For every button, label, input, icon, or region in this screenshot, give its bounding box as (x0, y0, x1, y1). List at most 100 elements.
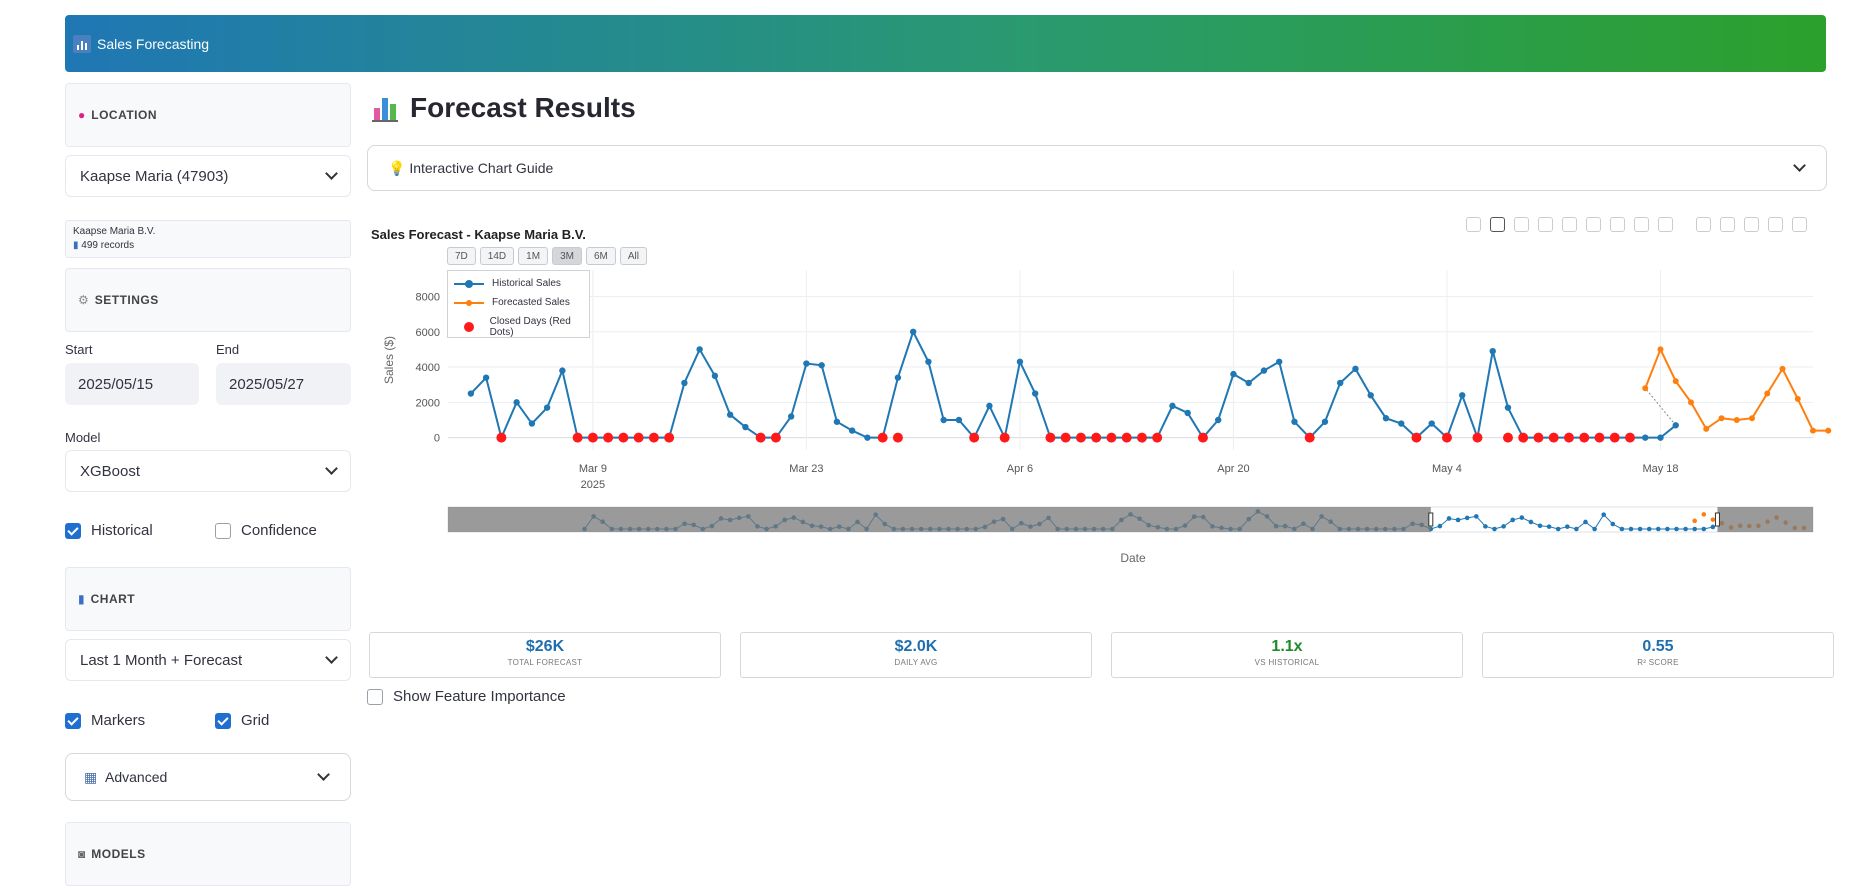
range-slider-historical-point (1419, 522, 1424, 528)
range-button-1m[interactable]: 1M (518, 247, 549, 265)
advanced-expander[interactable]: ▦ Advanced (65, 753, 351, 801)
draw-closed-path-icon[interactable] (1586, 217, 1601, 232)
autoscale-icon[interactable] (1744, 217, 1759, 232)
fullscreen-icon[interactable] (1792, 217, 1807, 232)
range-slider-historical-point (1555, 526, 1561, 532)
historical-sales-line (470, 329, 1677, 442)
historical-sales-point (1459, 392, 1466, 399)
model-select[interactable]: XGBoost (65, 450, 351, 492)
range-button-3m[interactable]: 3M (552, 247, 582, 265)
range-slider-historical-point (1701, 526, 1707, 532)
closed-day-point (587, 432, 598, 443)
chart-range-select-value: Last 1 Month + Forecast (80, 651, 243, 669)
range-slider-historical-point (1646, 526, 1652, 532)
closed-day-point (1548, 432, 1559, 443)
closed-day-point (1075, 432, 1086, 443)
range-button-all[interactable]: All (619, 247, 647, 265)
forecasted-sales-point (1825, 427, 1832, 434)
legend-item-closed[interactable]: Closed Days (Red Dots) (454, 316, 589, 338)
historical-sales-point (955, 416, 963, 424)
range-slider-mask-left (448, 507, 1431, 532)
feature-importance-checkbox[interactable]: Show Feature Importance (367, 688, 566, 705)
app-header: Sales Forecasting (65, 15, 1826, 72)
metric-r2-score: 0.55 R² SCORE (1482, 632, 1834, 678)
historical-sales-point (925, 358, 932, 365)
range-slider-historical-point (682, 521, 687, 527)
reset-axes-icon[interactable] (1768, 217, 1783, 232)
range-slider-historical-point (1656, 526, 1661, 532)
range-slider-historical-point (827, 526, 833, 532)
draw-rect-icon[interactable] (1634, 217, 1649, 232)
metric-label: TOTAL FORECAST (507, 658, 583, 667)
historical-sales-point (1550, 434, 1557, 441)
range-slider-historical-point (1710, 524, 1716, 530)
legend-item-historical[interactable]: Historical Sales (454, 278, 561, 289)
erase-shape-icon[interactable] (1658, 217, 1673, 232)
range-slider-historical-point (746, 514, 751, 519)
historical-sales-point (482, 374, 490, 381)
draw-line-icon[interactable] (1538, 217, 1553, 232)
location-select[interactable]: Kaapse Maria (47903) (65, 155, 351, 197)
app-title: Sales Forecasting (97, 35, 210, 52)
range-slider-historical-point (1528, 519, 1534, 525)
historical-sales-point (818, 362, 825, 369)
historical-sales-point (1016, 358, 1024, 365)
metric-value: 0.55 (1642, 638, 1674, 655)
closed-day-point (1518, 432, 1529, 443)
historical-sales-point (803, 360, 810, 367)
range-slider-historical-point (1501, 524, 1506, 529)
pan-icon[interactable] (1514, 217, 1529, 232)
historical-sales-point (864, 434, 871, 441)
closed-day-point (1152, 432, 1163, 443)
historical-sales-point (1672, 422, 1679, 429)
range-button-6m[interactable]: 6M (585, 247, 616, 265)
legend-item-forecast[interactable]: Forecasted Sales (454, 297, 570, 308)
end-date-input[interactable]: 2025/05/27 (216, 363, 351, 405)
grid-checkbox[interactable]: Grid (215, 712, 269, 729)
forecasted-sales-point (1703, 425, 1710, 432)
range-slider-historical-point (1510, 517, 1515, 523)
end-date-label: End (216, 342, 240, 357)
range-button-14d[interactable]: 14D (479, 247, 515, 265)
range-slider-historical-point (1355, 526, 1361, 532)
chart-guide-label: Interactive Chart Guide (409, 159, 554, 176)
confidence-checkbox[interactable]: Confidence (215, 522, 317, 539)
range-slider-historical-point (1601, 512, 1606, 517)
range-slider-historical-point (1592, 526, 1597, 532)
markers-checkbox[interactable]: Markers (65, 712, 145, 729)
draw-open-path-icon[interactable] (1562, 217, 1577, 232)
historical-sales-point (498, 434, 505, 441)
start-date-input[interactable]: 2025/05/15 (65, 363, 199, 405)
chart-range-select[interactable]: Last 1 Month + Forecast (65, 639, 351, 681)
range-slider-historical-point (1228, 526, 1233, 532)
zoom-out-icon[interactable] (1720, 217, 1735, 232)
closed-day-point (633, 432, 644, 443)
forecast-connector-line (1644, 387, 1677, 426)
camera-icon[interactable] (1466, 217, 1481, 232)
chart-legend[interactable]: Historical Sales Forecasted Sales Closed… (447, 270, 590, 338)
range-slider-historical-point (873, 512, 878, 517)
zoom-icon[interactable] (1490, 217, 1505, 232)
draw-circle-icon[interactable] (1610, 217, 1625, 232)
range-slider-historical-point (1064, 526, 1070, 532)
location-section-header: ● LOCATION (65, 83, 351, 147)
checkbox-checked-icon (65, 522, 81, 539)
settings-section-title: SETTINGS (94, 293, 159, 307)
historical-checkbox[interactable]: Historical (65, 522, 153, 539)
range-slider-historical-point (791, 515, 797, 520)
chart-guide-expander[interactable]: 💡 Interactive Chart Guide (367, 145, 1827, 191)
range-slider-handle-left (1428, 512, 1434, 527)
historical-sales-point (742, 423, 749, 431)
zoom-in-icon[interactable] (1696, 217, 1711, 232)
historical-sales-point (1276, 358, 1283, 365)
range-slider-forecast-point (1747, 523, 1752, 529)
range-button-7d[interactable]: 7D (447, 247, 476, 265)
closed-day-point (1106, 432, 1117, 443)
range-slider-historical-point (727, 517, 733, 523)
forecasted-sales-point (1794, 395, 1801, 402)
historical-sales-point (894, 374, 902, 381)
closed-day-point (1045, 432, 1056, 443)
metric-value: $26K (525, 638, 565, 655)
feature-importance-label: Show Feature Importance (393, 688, 566, 705)
range-slider-forecast-point (1765, 519, 1770, 524)
